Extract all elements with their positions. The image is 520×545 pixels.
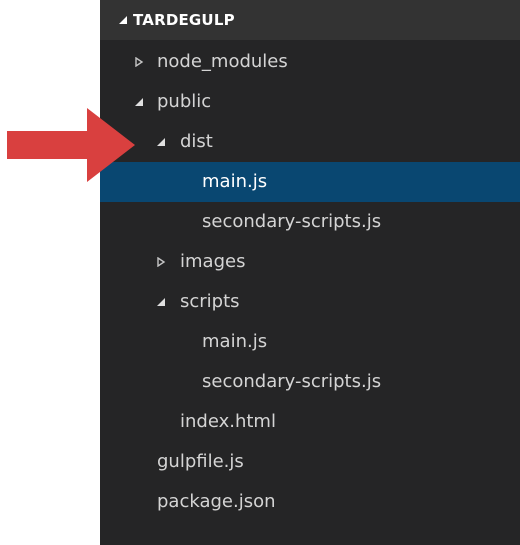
triangle-down-icon[interactable] (155, 296, 167, 308)
tree-item-label: package.json (157, 491, 276, 512)
triangle-down-icon[interactable] (117, 14, 129, 26)
tree-item-package-json[interactable]: package.json (100, 482, 520, 522)
tree-item-scripts-secondary-scripts-js[interactable]: secondary-scripts.js (100, 362, 520, 402)
tree-item-label: images (180, 251, 246, 272)
file-explorer: TARDEGULP node_modules public dist main.… (100, 0, 520, 545)
triangle-down-icon[interactable] (155, 136, 167, 148)
tree-item-scripts[interactable]: scripts (100, 282, 520, 322)
tree-item-label: index.html (180, 411, 276, 432)
tree-item-label: gulpfile.js (157, 451, 244, 472)
explorer-root-header[interactable]: TARDEGULP (100, 0, 520, 40)
triangle-right-icon[interactable] (133, 56, 145, 68)
red-arrow-icon (7, 108, 135, 182)
tree-item-label: secondary-scripts.js (202, 211, 382, 232)
tree-item-label: scripts (180, 291, 240, 312)
tree-item-label: secondary-scripts.js (202, 371, 382, 392)
tree-item-dist-secondary-scripts-js[interactable]: secondary-scripts.js (100, 202, 520, 242)
tree-item-dist-main-js[interactable]: main.js (100, 162, 520, 202)
tree-item-scripts-main-js[interactable]: main.js (100, 322, 520, 362)
root-folder-label: TARDEGULP (133, 11, 235, 29)
tree-item-images[interactable]: images (100, 242, 520, 282)
tree-item-label: main.js (202, 331, 268, 352)
tree-item-dist[interactable]: dist (100, 122, 520, 162)
tree-item-label: main.js (202, 171, 268, 192)
triangle-right-icon[interactable] (155, 256, 167, 268)
tree-item-gulpfile-js[interactable]: gulpfile.js (100, 442, 520, 482)
tree-item-public[interactable]: public (100, 82, 520, 122)
tree-item-label: public (157, 91, 212, 112)
tree-item-index-html[interactable]: index.html (100, 402, 520, 442)
triangle-down-icon[interactable] (133, 96, 145, 108)
tree-item-label: dist (180, 131, 213, 152)
tree-item-node-modules[interactable]: node_modules (100, 42, 520, 82)
tree-item-label: node_modules (157, 51, 288, 72)
